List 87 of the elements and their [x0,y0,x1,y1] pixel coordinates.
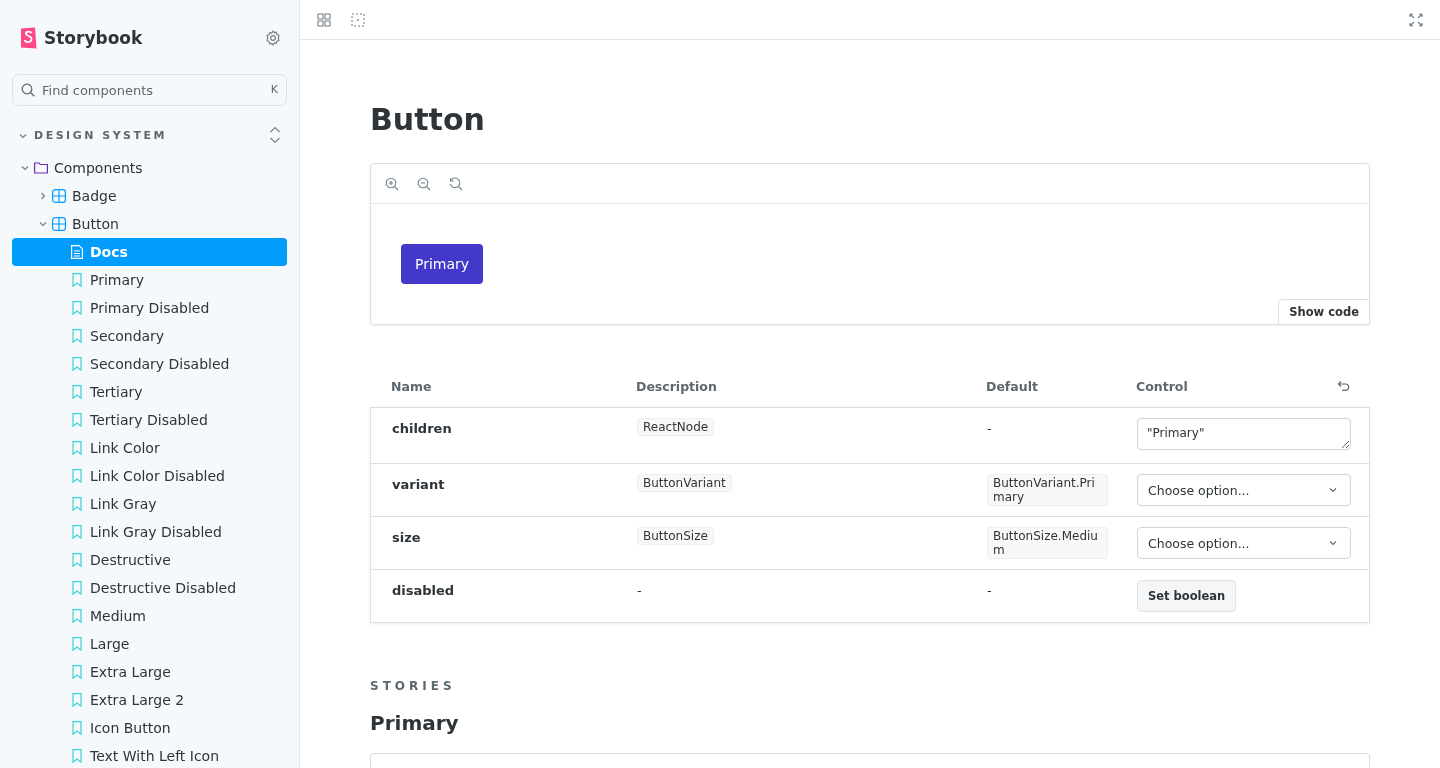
bookmark-icon [72,385,82,399]
tree-item[interactable]: Components [12,154,287,182]
arg-name: disabled [392,583,455,598]
bookmark-icon [72,497,82,511]
tree-item[interactable]: Button [12,210,287,238]
expand-collapse-icon[interactable] [269,126,281,144]
select-dropdown[interactable]: Choose option... [1137,474,1351,506]
tree-item[interactable]: Link Color Disabled [12,462,287,490]
tree-item[interactable]: Tertiary [12,378,287,406]
tree-item[interactable]: Large [12,630,287,658]
column-header: Name [391,378,432,394]
type-tag: ButtonVariant [637,474,732,492]
component-grid-icon [52,189,66,203]
tree-item[interactable]: Primary Disabled [12,294,287,322]
tree-item[interactable]: Destructive Disabled [12,574,287,602]
chevron-down-icon [1328,538,1338,548]
tree-item[interactable]: Tertiary Disabled [12,406,287,434]
type-tag: ButtonSize [637,527,714,545]
zoom-reset-icon[interactable] [449,176,463,191]
bookmark-icon [72,525,82,539]
bookmark-icon [72,413,82,427]
bookmark-icon [72,357,82,371]
column-header: Control [1136,378,1188,394]
arg-name: children [392,421,452,436]
reset-icon[interactable] [1337,380,1350,392]
story-title: Primary [370,711,460,735]
select-dropdown[interactable]: Choose option... [1137,527,1351,559]
bookmark-icon [72,301,82,315]
bookmark-icon [72,581,82,595]
bookmark-icon [72,609,82,623]
chevron-down-icon[interactable] [38,219,48,229]
tree-item[interactable]: Extra Large [12,658,287,686]
show-code-button[interactable]: Show code [1278,299,1370,325]
bookmark-icon [72,469,82,483]
bookmark-icon [72,441,82,455]
arg-name: size [392,530,421,545]
type-tag: ButtonSize.Medium [987,527,1108,559]
fullscreen-icon[interactable] [1409,12,1423,27]
zoom-in-icon[interactable] [385,176,399,191]
logo-icon [20,27,37,49]
chevron-down-icon [1328,485,1338,495]
tree-item[interactable]: Badge [12,182,287,210]
tree-item[interactable]: Icon Button [12,714,287,742]
bookmark-icon [72,665,82,679]
type-tag: ButtonVariant.Primary [987,474,1108,506]
text-area[interactable]: "Primary" [1137,418,1351,450]
component-grid-icon [52,217,66,231]
section-heading[interactable]: DESIGN SYSTEM [34,128,263,142]
tree-item[interactable]: Secondary Disabled [12,350,287,378]
table-cell: - [987,583,992,598]
settings-icon[interactable] [265,30,281,46]
tree-item[interactable]: Secondary [12,322,287,350]
grid-icon[interactable] [317,12,331,27]
tree-item[interactable]: Link Gray [12,490,287,518]
bookmark-icon [72,329,82,343]
bookmark-icon [72,721,82,735]
table-cell: - [637,583,642,598]
set-boolean-button[interactable]: Set boolean [1137,580,1237,612]
tree-item[interactable]: Medium [12,602,287,630]
bookmark-icon [72,273,82,287]
tree-item[interactable]: Primary [12,266,287,294]
primary-button[interactable]: Primary [401,244,484,284]
tree-item[interactable]: Text With Left Icon [12,742,287,768]
bookmark-icon [72,749,82,763]
folder-icon [34,162,48,174]
bookmark-icon [72,637,82,651]
chevron-right-icon[interactable] [38,191,48,201]
table-cell: - [987,421,992,436]
document-icon [71,245,83,259]
zoom-out-icon[interactable] [417,176,431,191]
section-heading: STORIES [370,679,457,693]
tree-item[interactable]: Link Color [12,434,287,462]
brand-name: Storybook [44,28,143,48]
tree-item[interactable]: Link Gray Disabled [12,518,287,546]
column-header: Description [636,378,717,394]
page-title: Button [370,102,486,137]
bookmark-icon [72,693,82,707]
arg-name: variant [392,477,445,492]
bookmark-icon [72,553,82,567]
chevron-down-icon[interactable] [20,163,30,173]
shortcut-key: K [270,83,278,96]
column-header: Default [986,378,1038,394]
search-icon [21,83,35,97]
outline-icon[interactable] [351,12,365,27]
type-tag: ReactNode [637,418,715,436]
tree-item[interactable]: Destructive [12,546,287,574]
tree-item[interactable]: Extra Large 2 [12,686,287,714]
